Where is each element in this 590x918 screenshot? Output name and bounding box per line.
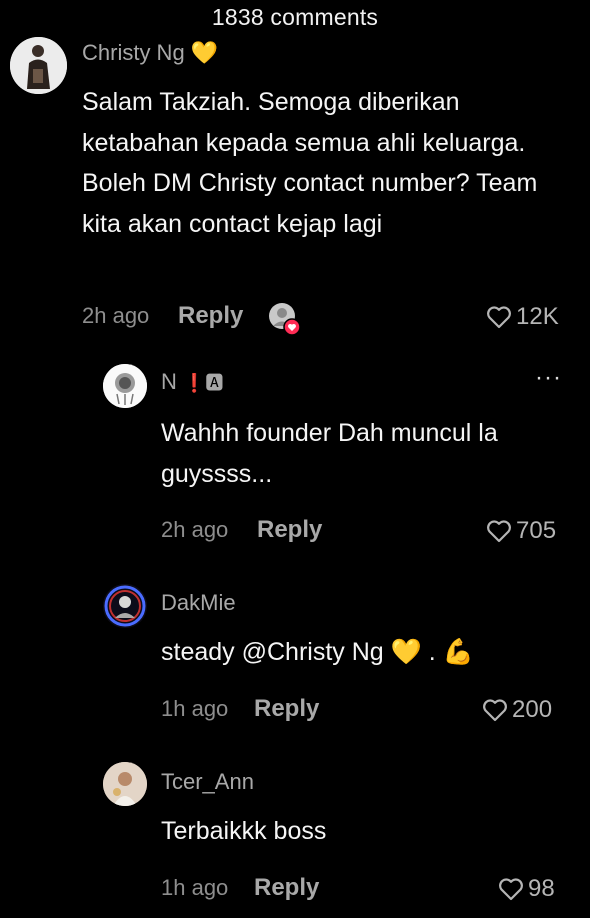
timestamp: 1h ago xyxy=(161,875,229,900)
more-options-button[interactable]: ··· xyxy=(535,364,562,392)
comment-text: Salam Takziah. Semoga diberikan ketabaha… xyxy=(82,88,538,238)
like-button[interactable]: 12K xyxy=(486,303,559,331)
reply-button[interactable]: Reply xyxy=(257,516,322,544)
like-count: 705 xyxy=(516,517,557,544)
reply-button[interactable]: Reply xyxy=(254,874,319,902)
timestamp: 1h ago xyxy=(161,696,229,721)
username[interactable]: Tcer_Ann xyxy=(161,769,254,795)
comment-text: steady @Christy Ng 💛 . 💪 xyxy=(161,638,474,666)
avatar[interactable] xyxy=(103,762,147,806)
avatar[interactable] xyxy=(103,364,147,408)
heart-outline-icon xyxy=(487,306,511,329)
user-photo-icon xyxy=(103,584,147,628)
like-count: 12K xyxy=(516,303,559,330)
user-photo-icon xyxy=(10,37,67,94)
heart-outline-icon xyxy=(483,699,507,722)
yellow-heart-icon: 💛 xyxy=(190,40,219,65)
like-count: 98 xyxy=(528,875,555,902)
comment-count: 1838 comments xyxy=(211,4,379,30)
username[interactable]: DakMie xyxy=(161,590,236,616)
user-photo-icon xyxy=(103,762,147,806)
reply-button[interactable]: Reply xyxy=(178,302,243,330)
heart-outline-icon xyxy=(487,520,511,543)
like-count: 200 xyxy=(512,696,553,723)
comment-text: Wahhh founder Dah muncul la guyssss... xyxy=(161,419,498,488)
creator-liked-icon xyxy=(269,303,301,336)
comment-text: Terbaikkk boss xyxy=(161,817,327,845)
username[interactable]: N ❗🅰 xyxy=(161,369,223,395)
like-button[interactable]: 200 xyxy=(482,696,552,724)
user-photo-icon xyxy=(103,364,147,408)
timestamp: 2h ago xyxy=(161,517,229,542)
creator-liked-avatar xyxy=(268,302,301,336)
like-button[interactable]: 705 xyxy=(486,517,556,545)
reply-button[interactable]: Reply xyxy=(254,695,319,723)
username[interactable]: Christy Ng 💛 xyxy=(82,40,218,66)
like-button[interactable]: 98 xyxy=(498,875,555,903)
timestamp: 2h ago xyxy=(82,303,150,328)
avatar[interactable] xyxy=(10,37,67,94)
badge-icons: ❗🅰 xyxy=(183,373,224,393)
comments-header: 1838 comments xyxy=(0,0,590,34)
avatar[interactable] xyxy=(103,584,147,628)
heart-outline-icon xyxy=(499,878,523,901)
